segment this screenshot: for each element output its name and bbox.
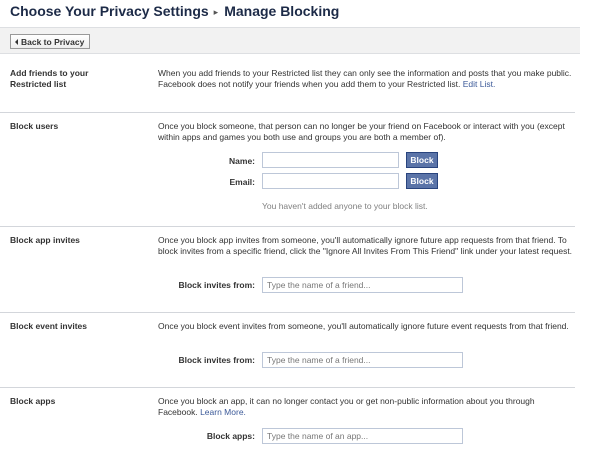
block-apps-field-label: Block apps: (206, 431, 255, 441)
back-to-privacy-button[interactable]: Back to Privacy (10, 34, 91, 49)
block-name-input[interactable] (262, 152, 399, 168)
block-apps-label: Block apps (10, 396, 56, 406)
section-divider (0, 112, 575, 113)
block-apps-input[interactable] (262, 428, 463, 444)
learn-more-link[interactable]: Learn More. (200, 407, 246, 417)
breadcrumb-separator-icon: ▸ (213, 6, 219, 17)
restricted-label: Add friends to your Restricted list (10, 68, 89, 89)
block-app-invites-label: Block app invites (10, 235, 80, 245)
section-divider (0, 312, 575, 313)
block-email-input[interactable] (262, 173, 399, 189)
section-divider (0, 226, 575, 227)
restricted-description: When you add friends to your Restricted … (158, 68, 573, 90)
block-users-label: Block users (10, 121, 59, 131)
event-invites-field-label: Block invites from: (178, 355, 255, 365)
block-app-invites-input[interactable] (262, 277, 463, 293)
block-users-description: Once you block someone, that person can … (158, 121, 565, 142)
back-button-label: Back to Privacy (21, 36, 85, 47)
block-event-invites-input[interactable] (262, 352, 463, 368)
app-invites-field-label: Block invites from: (178, 280, 255, 290)
page-title: Choose Your Privacy Settings (10, 3, 209, 19)
page-header: Choose Your Privacy Settings ▸ Manage Bl… (10, 0, 339, 22)
block-email-button[interactable]: Block (406, 173, 438, 189)
block-event-invites-label: Block event invites (10, 321, 88, 331)
name-field-label: Name: (229, 156, 255, 166)
back-bar: Back to Privacy (0, 28, 580, 54)
block-app-invites-description: Once you block app invites from someone,… (158, 235, 573, 256)
block-list-empty-message: You haven't added anyone to your block l… (262, 201, 428, 211)
block-name-button[interactable]: Block (406, 152, 438, 168)
edit-list-link[interactable]: Edit List. (463, 79, 496, 89)
chevron-left-icon (15, 38, 18, 45)
email-field-label: Email: (229, 177, 255, 187)
restricted-description-text: When you add friends to your Restricted … (158, 68, 572, 89)
section-divider (0, 387, 575, 388)
block-event-invites-description: Once you block event invites from someon… (158, 321, 569, 331)
page-subtitle: Manage Blocking (224, 3, 340, 19)
block-apps-description: Once you block an app, it can no longer … (158, 396, 573, 418)
